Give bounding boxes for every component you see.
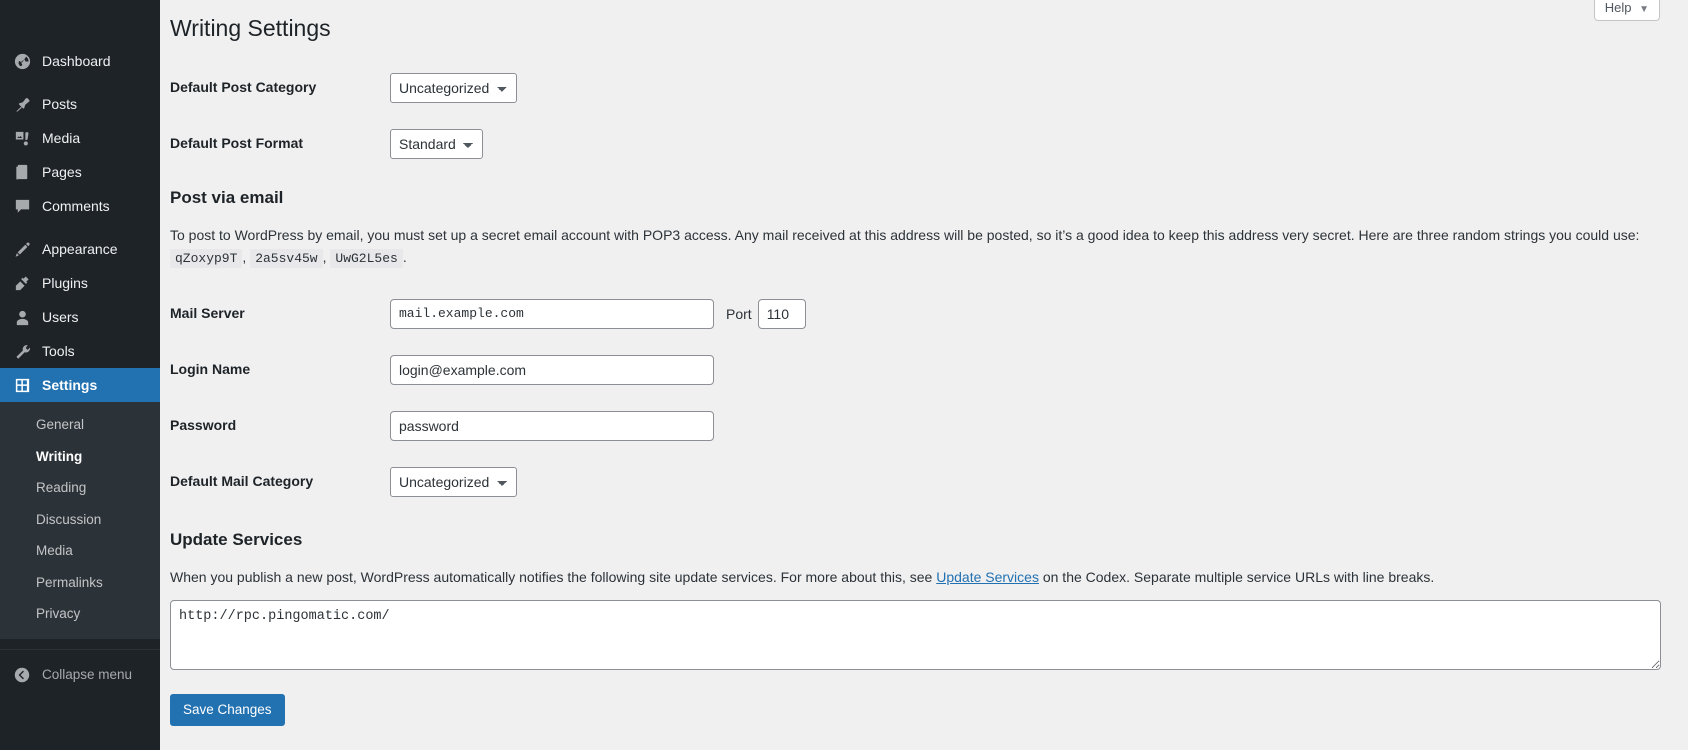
post-via-email-desc-text: To post to WordPress by email, you must … xyxy=(170,226,1640,243)
update-services-textarea-wrap: http://rpc.pingomatic.com/ xyxy=(170,600,1670,671)
wp-admin-screen: Dashboard Posts Media Pages Comments App… xyxy=(0,0,1688,750)
random-string-2: 2a5sv45w xyxy=(250,249,323,269)
sep-1: , xyxy=(242,249,247,266)
field-password xyxy=(380,398,1670,454)
page-title: Writing Settings xyxy=(170,15,331,41)
random-string-3: UwG2L5es xyxy=(330,249,403,269)
sidebar-item-label: Media xyxy=(42,130,81,146)
sidebar-top-spacer xyxy=(0,0,160,44)
sidebar-separator xyxy=(0,78,160,87)
tools-wrench-icon xyxy=(12,341,32,361)
dashboard-icon xyxy=(12,51,32,71)
comments-icon xyxy=(12,196,32,216)
users-icon xyxy=(12,307,32,327)
sidebar-item-plugins[interactable]: Plugins xyxy=(0,266,160,300)
sidebar-item-label: Plugins xyxy=(42,275,88,291)
update-services-desc-after: on the Codex. Separate multiple service … xyxy=(1038,568,1435,585)
field-mail-server: Port xyxy=(380,286,1670,342)
collapse-menu-button[interactable]: Collapse menu xyxy=(0,658,160,692)
admin-sidebar: Dashboard Posts Media Pages Comments App… xyxy=(0,0,168,750)
post-via-email-description: To post to WordPress by email, you must … xyxy=(170,224,1670,270)
update-services-link[interactable]: Update Services xyxy=(936,569,1039,585)
help-tab-button[interactable]: Help ▼ xyxy=(1593,0,1660,21)
field-login-name xyxy=(380,342,1670,398)
update-services-description: When you publish a new post, WordPress a… xyxy=(170,566,1670,588)
media-icon xyxy=(12,128,32,148)
settings-submenu: General Writing Reading Discussion Media… xyxy=(0,402,160,639)
default-mail-category-select[interactable]: Uncategorized xyxy=(390,466,517,497)
default-post-format-select[interactable]: Standard xyxy=(390,129,483,159)
sidebar-separator xyxy=(0,223,160,232)
sidebar-item-label: Appearance xyxy=(42,241,118,257)
port-label: Port xyxy=(726,305,752,322)
post-via-email-section: Post via email To post to WordPress by e… xyxy=(170,172,1670,270)
row-login-name: Login Name xyxy=(170,342,1670,398)
sidebar-item-label: Tools xyxy=(42,343,75,359)
row-password: Password xyxy=(170,398,1670,454)
sidebar-item-label: Comments xyxy=(42,198,110,214)
sidebar-item-label: Pages xyxy=(42,164,82,180)
submenu-item-discussion[interactable]: Discussion xyxy=(0,504,160,536)
plugins-plug-icon xyxy=(12,273,32,293)
collapse-menu-wrap: Collapse menu xyxy=(0,648,160,692)
sidebar-item-comments[interactable]: Comments xyxy=(0,189,160,223)
label-mail-server: Mail Server xyxy=(170,304,245,321)
mail-port-input[interactable] xyxy=(757,298,806,329)
row-default-post-category: Default Post Category Uncategorized xyxy=(170,60,1670,116)
field-default-mail-category: Uncategorized xyxy=(380,454,1670,510)
mail-server-input[interactable] xyxy=(390,298,714,329)
submenu-item-writing[interactable]: Writing xyxy=(0,441,160,473)
pages-icon xyxy=(12,162,32,182)
sep-2: , xyxy=(322,249,327,266)
label-default-post-category: Default Post Category xyxy=(170,79,317,95)
field-default-post-category: Uncategorized xyxy=(380,60,1670,116)
field-default-post-format: Standard xyxy=(380,116,1670,172)
submit-wrap: Save Changes xyxy=(170,694,1670,727)
writing-settings-form: Default Post Category Uncategorized Defa… xyxy=(170,60,1670,727)
settings-sliders-icon xyxy=(12,375,32,395)
chevron-down-icon: ▼ xyxy=(1639,4,1649,15)
label-default-mail-category: Default Mail Category xyxy=(170,472,314,489)
sidebar-item-appearance[interactable]: Appearance xyxy=(0,232,160,266)
save-changes-button[interactable]: Save Changes xyxy=(170,694,285,727)
row-mail-server: Mail Server Port xyxy=(170,286,1670,342)
sidebar-item-label: Users xyxy=(42,309,79,325)
random-string-1: qZoxyp9T xyxy=(170,249,243,269)
sidebar-item-settings[interactable]: Settings xyxy=(0,368,168,402)
pin-icon xyxy=(12,94,32,114)
main-content: Help ▼ Writing Settings Default Post Cat… xyxy=(160,0,1688,750)
post-via-email-heading: Post via email xyxy=(170,188,284,207)
update-services-section: Update Services When you publish a new p… xyxy=(170,510,1670,727)
submenu-item-reading[interactable]: Reading xyxy=(0,472,160,504)
label-password: Password xyxy=(170,416,237,433)
password-input[interactable] xyxy=(390,410,714,441)
submenu-item-media[interactable]: Media xyxy=(0,535,160,567)
update-services-heading: Update Services xyxy=(170,529,303,549)
sidebar-item-dashboard[interactable]: Dashboard xyxy=(0,44,160,78)
sidebar-item-posts[interactable]: Posts xyxy=(0,87,160,121)
sidebar-item-tools[interactable]: Tools xyxy=(0,334,160,368)
login-name-input[interactable] xyxy=(390,354,714,385)
label-login-name: Login Name xyxy=(170,360,251,377)
sidebar-item-users[interactable]: Users xyxy=(0,300,160,334)
row-default-mail-category: Default Mail Category Uncategorized xyxy=(170,454,1670,510)
sidebar-item-label: Posts xyxy=(42,96,78,112)
submenu-item-privacy[interactable]: Privacy xyxy=(0,598,160,630)
help-tab-label: Help xyxy=(1604,0,1632,15)
label-default-post-format: Default Post Format xyxy=(170,135,304,151)
update-services-desc-before: When you publish a new post, WordPress a… xyxy=(170,568,937,585)
row-default-post-format: Default Post Format Standard xyxy=(170,116,1670,172)
submenu-item-permalinks[interactable]: Permalinks xyxy=(0,567,160,599)
update-services-textarea[interactable]: http://rpc.pingomatic.com/ xyxy=(170,600,1661,671)
sidebar-item-label: Dashboard xyxy=(42,53,111,69)
sidebar-item-media[interactable]: Media xyxy=(0,121,160,155)
collapse-menu-label: Collapse menu xyxy=(42,667,133,683)
sidebar-item-pages[interactable]: Pages xyxy=(0,155,160,189)
collapse-arrow-icon xyxy=(12,665,32,685)
sep-3: . xyxy=(402,249,407,266)
appearance-brush-icon xyxy=(12,239,32,259)
submenu-item-general[interactable]: General xyxy=(0,409,160,441)
sidebar-item-label: Settings xyxy=(42,377,98,393)
default-post-category-select[interactable]: Uncategorized xyxy=(390,73,517,103)
